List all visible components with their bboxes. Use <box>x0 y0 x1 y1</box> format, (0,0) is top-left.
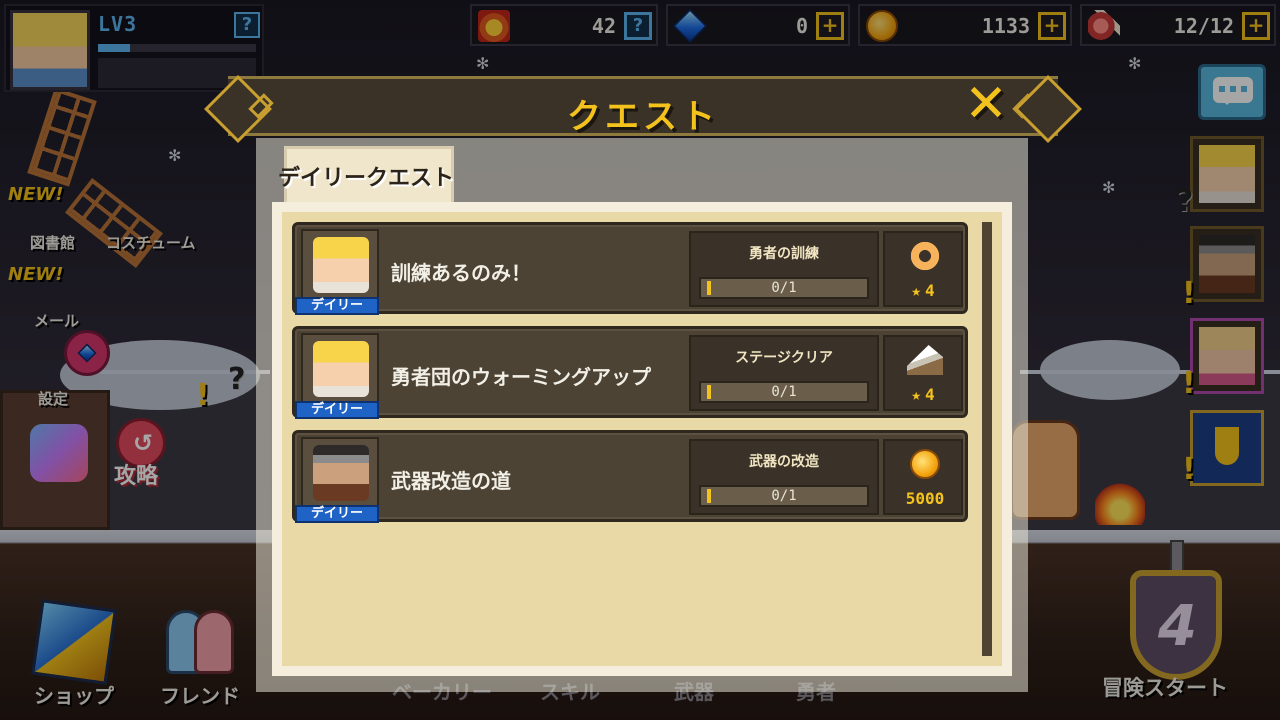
quest-item[interactable]: デイリー 訓練あるのみ！ 勇者の訓練 0/1 ★ 4 <box>292 222 968 315</box>
quest-goal: ステージクリア 0/1 <box>689 335 879 411</box>
hero-face <box>313 445 369 501</box>
quest-portrait <box>301 437 379 515</box>
quest-reward[interactable]: 5000 <box>883 439 963 515</box>
quest-title: 訓練あるのみ！ <box>391 261 531 285</box>
reward-amount: ★ 4 <box>885 385 961 404</box>
reward-amount: ★ 4 <box>885 281 961 300</box>
star-icon: ★ <box>911 281 921 300</box>
coin-icon <box>910 449 940 479</box>
scrollbar[interactable] <box>982 222 992 656</box>
quest-goal-label: ステージクリア <box>735 350 833 366</box>
daily-badge: デイリー <box>295 505 379 523</box>
quest-goal: 勇者の訓練 0/1 <box>689 231 879 307</box>
daily-badge: デイリー <box>295 401 379 419</box>
hero-face <box>313 341 369 397</box>
modal-title-bar: クエスト <box>228 76 1058 137</box>
reward-value: 4 <box>925 281 935 300</box>
reward-value: 4 <box>925 385 935 404</box>
quest-item[interactable]: デイリー 勇者団のウォーミングアップ ステージクリア 0/1 ★ 4 <box>292 326 968 419</box>
modal-title: クエスト <box>567 97 719 137</box>
quest-reward[interactable]: ★ 4 <box>883 335 963 411</box>
quest-progress-text: 0/1 <box>771 488 797 504</box>
quest-goal: 武器の改造 0/1 <box>689 439 879 515</box>
reward-amount: 5000 <box>885 489 961 508</box>
cake-icon <box>907 345 943 375</box>
quest-progress-bar: 0/1 <box>699 277 869 299</box>
quest-title: 武器改造の道 <box>391 469 511 493</box>
quest-progress-text: 0/1 <box>771 384 797 400</box>
quest-goal-label: 勇者の訓練 <box>749 246 819 262</box>
quest-portrait <box>301 333 379 411</box>
quest-title: 勇者団のウォーミングアップ <box>391 365 651 389</box>
quest-reward[interactable]: ★ 4 <box>883 231 963 307</box>
quest-goal-label: 武器の改造 <box>749 454 819 470</box>
quest-progress-text: 0/1 <box>771 280 797 296</box>
close-button[interactable]: ✕ <box>958 76 1014 132</box>
quest-progress-bar: 0/1 <box>699 485 869 507</box>
scroll-thumb[interactable] <box>982 222 992 656</box>
quest-portrait <box>301 229 379 307</box>
daily-badge: デイリー <box>295 297 379 315</box>
quest-item[interactable]: デイリー 武器改造の道 武器の改造 0/1 5000 <box>292 430 968 523</box>
donut-icon <box>907 241 943 271</box>
tab-daily-quest-label: デイリークエスト <box>278 166 455 191</box>
quest-progress-bar: 0/1 <box>699 381 869 403</box>
reward-value: 5000 <box>905 489 945 508</box>
hero-face <box>313 237 369 293</box>
star-icon: ★ <box>911 385 921 404</box>
